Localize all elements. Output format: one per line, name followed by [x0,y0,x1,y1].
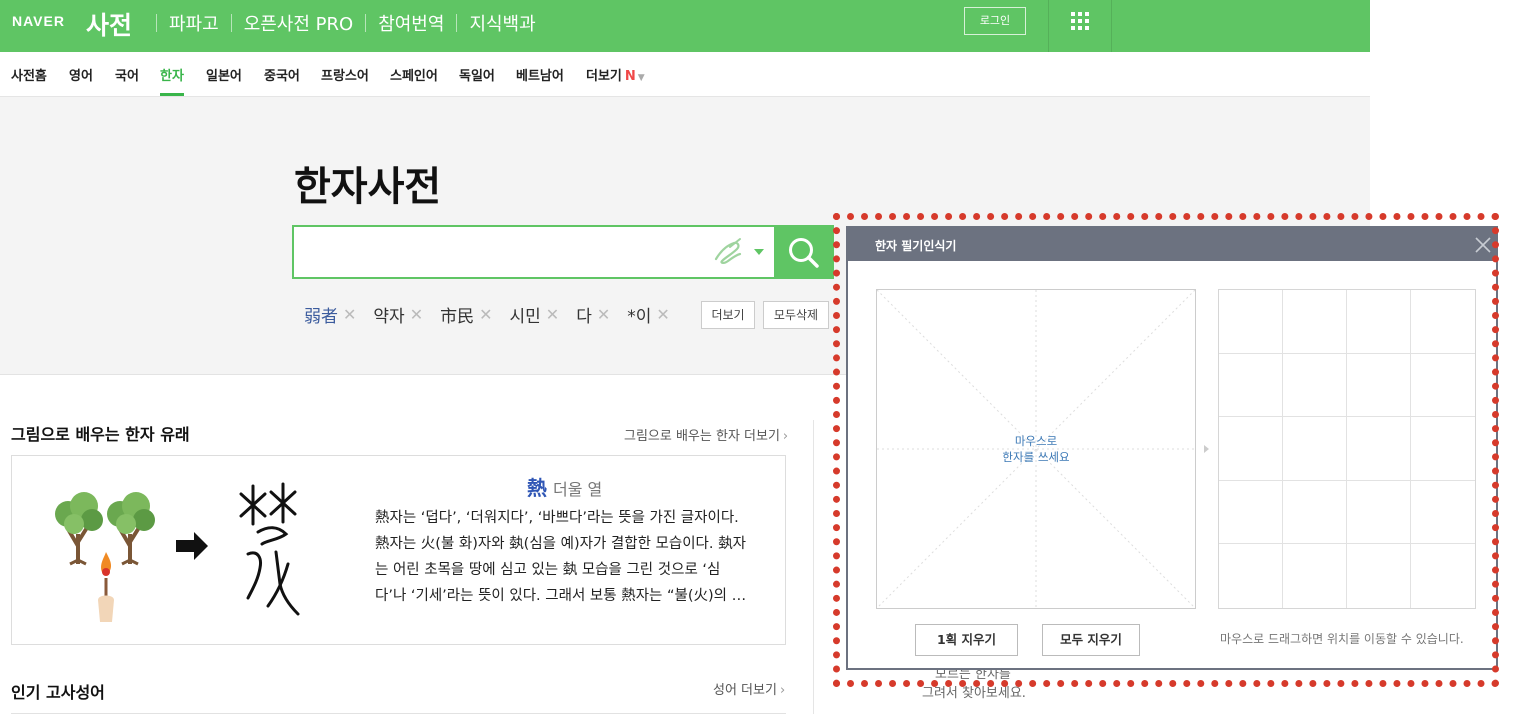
language-tabs: 사전홈 영어 국어 한자 일본어 중국어 프랑스어 스페인어 독일어 베트남어 … [0,52,1370,97]
origin-line: 다’나 ‘기세’라는 뜻이 있다. 그래서 보통 熱자는 “불(火)의 … [375,588,747,604]
handwriting-pen-icon[interactable] [712,237,746,267]
idioms-more-label: 성어 더보기 [713,683,777,698]
naver-logo[interactable]: NAVER [12,13,65,29]
close-icon[interactable]: ✕ [656,305,669,324]
tab-japanese[interactable]: 일본어 [206,65,242,84]
recent-more-button[interactable]: 더보기 [701,301,755,329]
divider [1048,0,1049,52]
origin-line: 熱자는 火(불 화)자와 埶(심을 예)자가 결합한 모습이다. 埶자 [375,536,746,552]
idioms-more-link[interactable]: 성어 더보기 › [713,679,785,698]
divider [813,420,814,714]
dictionary-title[interactable]: 사전 [86,6,132,42]
chevron-right-icon: › [779,683,786,698]
active-tab-underline [160,93,184,96]
login-button[interactable]: 로그인 [964,7,1026,35]
origin-section-title: 그림으로 배우는 한자 유래 [11,425,190,444]
search-input[interactable] [302,235,702,269]
close-icon[interactable]: ✕ [343,305,356,324]
divider [156,14,157,32]
hanja-origin-illustration [55,482,300,622]
recent-item[interactable]: 弱者 [304,302,338,327]
tab-korean[interactable]: 국어 [115,65,139,84]
tab-vietnamese[interactable]: 베트남어 [516,65,564,84]
recent-item[interactable]: 시민 [510,302,541,327]
tab-english[interactable]: 영어 [69,65,93,84]
close-icon[interactable]: ✕ [410,305,423,324]
ancient-glyph-icon [239,482,300,616]
search-icon [789,238,819,268]
page: NAVER 사전 파파고 오픈사전 PRO 참여번역 지식백과 로그인 사전홈 … [0,0,1514,714]
tab-spanish[interactable]: 스페인어 [390,65,438,84]
link-knowledge-encyclopedia[interactable]: 지식백과 [469,10,535,36]
origin-more-link[interactable]: 그림으로 배우는 한자 더보기 › [624,425,788,444]
close-icon[interactable]: ✕ [546,305,559,324]
search-button[interactable] [776,225,834,279]
tab-more[interactable]: 더보기 N ▼ [586,65,645,84]
tree-icon [55,492,103,566]
top-links: 파파고 오픈사전 PRO 참여번역 지식백과 [144,10,536,36]
divider [365,14,367,32]
chevron-down-icon: ▼ [637,73,645,83]
origin-line: 는 어린 초목을 땅에 심고 있는 埶 모습을 그린 것으로 ‘심 [375,562,721,578]
link-papago[interactable]: 파파고 [169,10,219,36]
page-title: 한자사전 [294,164,442,210]
tab-chinese[interactable]: 중국어 [264,65,300,84]
recent-item[interactable]: *이 [627,302,651,327]
origin-more-label: 그림으로 배우는 한자 더보기 [624,429,780,444]
hanja-heading: 熱 더울 열 [527,472,602,501]
highlight-frame [833,213,1499,687]
recent-item[interactable]: 약자 [373,302,404,327]
link-participation-translation[interactable]: 참여번역 [378,10,444,36]
divider [230,14,232,32]
chevron-down-icon[interactable] [754,249,764,255]
close-icon[interactable]: ✕ [479,305,492,324]
origin-card[interactable]: 熱 더울 열 熱자는 ‘덥다’, ‘더워지다’, ‘바쁘다’라는 뜻을 가진 글자… [11,455,786,645]
origin-line: 熱자는 ‘덥다’, ‘더워지다’, ‘바쁘다’라는 뜻을 가진 글자이다. [375,510,739,526]
idioms-section-title: 인기 고사성어 [11,683,105,702]
tree-icon [107,492,155,566]
search-box [292,225,776,279]
recent-item[interactable]: 다 [576,302,592,327]
hanja-meaning: 더울 열 [553,480,603,499]
tab-dictionary-home[interactable]: 사전홈 [11,65,47,84]
new-badge: N [624,69,636,84]
recent-searches: 弱者 ✕ 약자 ✕ 市民 ✕ 시민 ✕ 다 ✕ *이 ✕ [304,302,687,327]
top-bar: NAVER 사전 파파고 오픈사전 PRO 참여번역 지식백과 로그인 [0,0,1370,52]
divider [1111,0,1112,52]
tab-french[interactable]: 프랑스어 [321,65,369,84]
torch-icon [98,552,114,622]
tab-more-label: 더보기 [586,69,622,84]
close-icon[interactable]: ✕ [597,305,610,324]
divider [456,14,458,32]
link-open-dictionary-pro[interactable]: 오픈사전 PRO [244,10,354,36]
grid-icon[interactable] [1071,12,1089,30]
delete-all-button[interactable]: 모두삭제 [763,301,829,329]
tab-hanja[interactable]: 한자 [160,65,184,84]
arrow-right-icon [176,532,208,560]
origin-description: 熱자는 ‘덥다’, ‘더워지다’, ‘바쁘다’라는 뜻을 가진 글자이다. 熱자… [375,505,755,609]
recent-item[interactable]: 市民 [440,302,474,327]
chevron-right-icon: › [782,429,789,444]
hanja-character[interactable]: 熱 [527,476,547,500]
tab-german[interactable]: 독일어 [459,65,495,84]
